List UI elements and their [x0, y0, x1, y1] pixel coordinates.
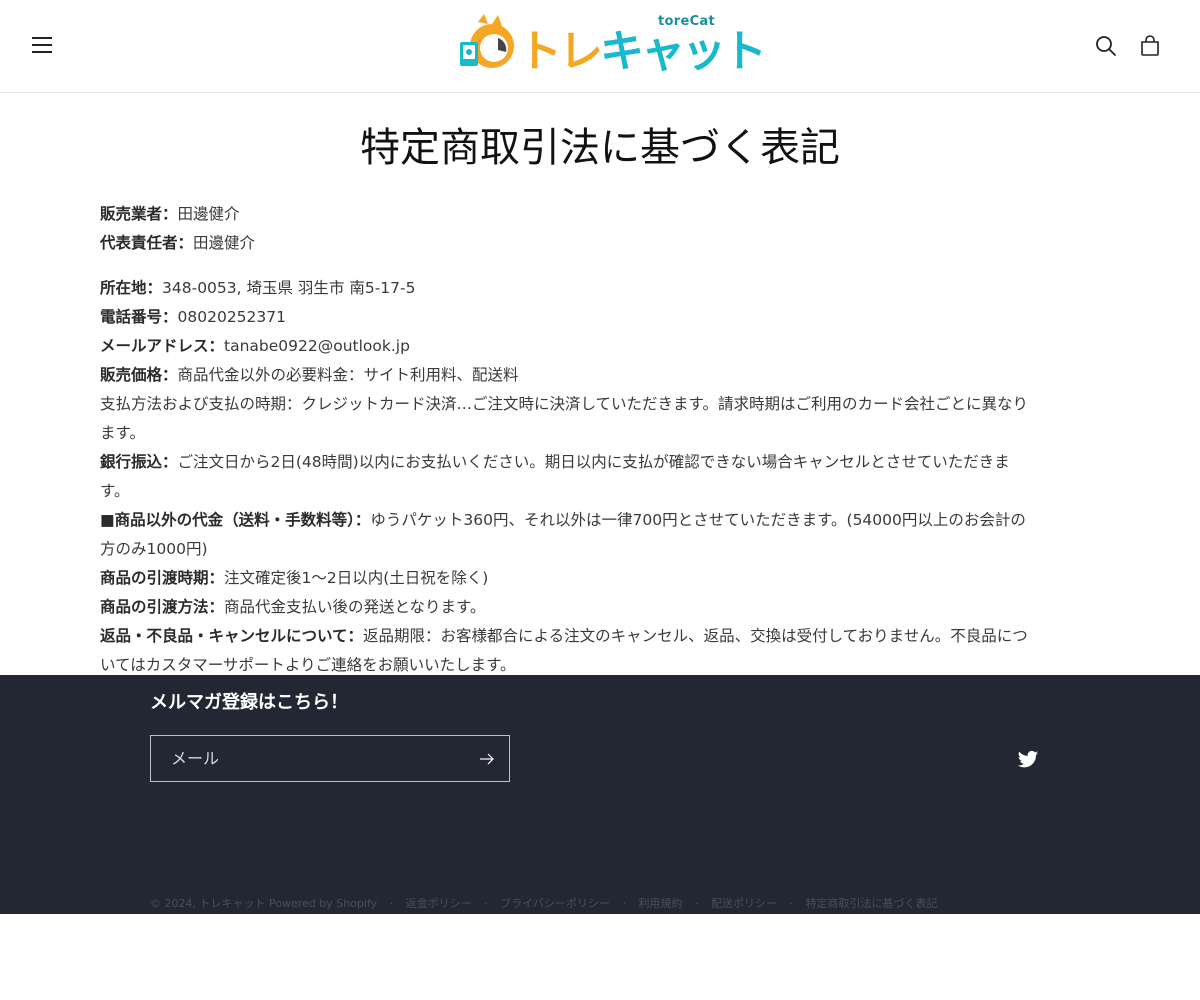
arrow-right-icon[interactable]: [477, 750, 497, 768]
seller-row: 販売業者：田邊健介: [100, 200, 1100, 229]
delivery-time-label: 商品の引渡時期：: [100, 569, 225, 587]
representative-label: 代表責任者：: [100, 234, 194, 252]
separator: ·: [622, 897, 626, 910]
separator: ·: [694, 897, 699, 910]
newsletter-email-input[interactable]: [151, 736, 461, 781]
delivery-time-value: 注文確定後1〜2日以内(土日祝を除く): [224, 569, 489, 587]
representative-row: 代表責任者：田邊健介: [100, 229, 1100, 258]
policy-link-legal[interactable]: 特定商取引法に基づく表記: [805, 897, 937, 911]
address-row: 所在地：348-0053, 埼玉県 羽生市 南5-17-5: [100, 274, 1100, 303]
bank-line-2: す。: [100, 482, 130, 500]
site-header: toreCat トレキャット: [0, 0, 1200, 93]
delivery-method-value: 商品代金支払い後の発送となります。: [224, 598, 486, 616]
fees-row: ■商品以外の代金（送料・手数料等）：ゆうパケット360円、それ以外は一律700円…: [100, 506, 1100, 535]
logo-jp-part2: キャット: [600, 26, 767, 77]
separator: ·: [389, 897, 394, 910]
price-row: 販売価格：商品代金以外の必要料金：サイト利用料、配送料: [100, 361, 1100, 390]
policy-link-terms[interactable]: 利用規約: [638, 897, 682, 911]
newsletter-title: メルマガ登録はこちら！: [150, 692, 348, 713]
fees-label: ■商品以外の代金（送料・手数料等）：: [100, 511, 371, 529]
payment-line-1: 支払方法および支払の時期：クレジットカード決済…ご注文時に決済していただきます。…: [100, 395, 1028, 413]
phone-value: 08020252371: [177, 308, 286, 326]
phone-label: 電話番号：: [100, 308, 178, 326]
delivery-method-label: 商品の引渡方法：: [100, 598, 225, 616]
phone-row: 電話番号：08020252371: [100, 303, 1100, 332]
delivery-method-row: 商品の引渡方法：商品代金支払い後の発送となります。: [100, 593, 1100, 622]
seller-value: 田邊健介: [177, 205, 240, 223]
returns-label: 返品・不良品・キャンセルについて：: [100, 627, 364, 645]
page-title: 特定商取引法に基づく表記: [360, 125, 840, 171]
returns-row: 返品・不良品・キャンセルについて：返品期限：お客様都合による注文のキャンセル、返…: [100, 622, 1100, 651]
copyright-text: © 2024, トレキャット Powered by Shopify: [150, 897, 378, 910]
representative-value: 田邊健介: [193, 234, 256, 252]
bank-row: 銀行振込：ご注文日から2日(48時間)以内にお支払いください。期日以内に支払が確…: [100, 448, 1100, 477]
email-value: tanabe0922@outlook.jp: [224, 337, 410, 355]
email-label: メールアドレス：: [100, 337, 225, 355]
bank-label: 銀行振込：: [100, 453, 178, 471]
returns-value: 返品期限：お客様都合による注文のキャンセル、返品、交換は受付しておりません。不良…: [363, 627, 1028, 645]
price-label: 販売価格：: [100, 366, 178, 384]
policy-link-shipping[interactable]: 配送ポリシー: [711, 897, 777, 911]
policy-link-refund[interactable]: 返金ポリシー: [406, 897, 472, 911]
policy-link-privacy[interactable]: プライバシーポリシー: [500, 897, 610, 911]
delivery-time-row: 商品の引渡時期：注文確定後1〜2日以内(土日祝を除く): [100, 564, 1100, 593]
fees-value: ゆうパケット360円、それ以外は一律700円とさせていただきます。(54000円…: [370, 511, 1026, 529]
search-icon[interactable]: [1094, 34, 1118, 58]
address-value: 348-0053, 埼玉県 羽生市 南5-17-5: [162, 279, 416, 297]
twitter-icon[interactable]: [1017, 750, 1039, 770]
email-row: メールアドレス：tanabe0922@outlook.jp: [100, 332, 1100, 361]
address-label: 所在地：: [100, 279, 163, 297]
fees-line-2: 方のみ1000円): [100, 540, 208, 558]
newsletter-form: [150, 735, 510, 782]
footer-bottom: © 2024, トレキャット Powered by Shopify · 返金ポリ…: [150, 897, 937, 911]
logo-japanese-text: トレキャット: [518, 26, 767, 78]
site-logo[interactable]: toreCat トレキャット: [458, 12, 767, 78]
bank-value: ご注文日から2日(48時間)以内にお支払いください。期日以内に支払が確認できない…: [177, 453, 1010, 471]
seller-label: 販売業者：: [100, 205, 178, 223]
payment-line-2: ます。: [100, 424, 145, 442]
site-footer: メルマガ登録はこちら！ © 2024, トレキャット Powered by Sh…: [0, 675, 1200, 914]
cart-bag-icon[interactable]: [1138, 34, 1162, 58]
price-value: 商品代金以外の必要料金：サイト利用料、配送料: [177, 366, 519, 384]
hamburger-menu-icon[interactable]: [28, 30, 56, 60]
legal-notice-content: 販売業者：田邊健介 代表責任者：田邊健介 所在地：348-0053, 埼玉県 羽…: [100, 200, 1100, 680]
separator: ·: [789, 897, 793, 910]
logo-jp-part1: トレ: [518, 26, 603, 77]
separator: ·: [484, 897, 488, 910]
cat-mascot-icon: [460, 14, 514, 68]
